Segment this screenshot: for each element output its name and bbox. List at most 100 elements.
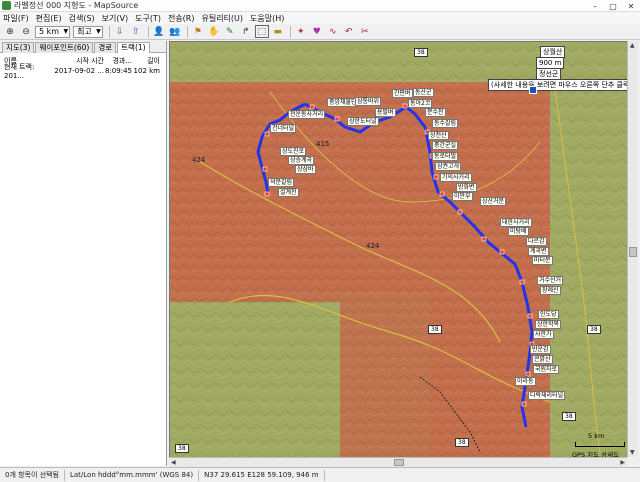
waypoint-label[interactable]: 동수갈림 (432, 119, 459, 128)
table-row[interactable]: 현재 트랙: 201... 2017-09-02 ... 8:09:45 102… (0, 63, 166, 80)
waypoint-label[interactable]: 설계천 (278, 188, 299, 197)
filter-icon[interactable]: ✂ (358, 25, 372, 38)
menu-help[interactable]: 도움말(H) (250, 13, 284, 24)
minimize-button[interactable]: – (586, 0, 604, 12)
scroll-up-arrow-icon[interactable]: ▲ (630, 42, 635, 49)
waypoint-label[interactable]: 상한도터널 (347, 117, 379, 126)
waypoint-label[interactable]: 미탕배 (508, 227, 529, 236)
scale-bar (575, 442, 625, 447)
tab-routes[interactable]: 경로 (94, 42, 117, 53)
tab-maps[interactable]: 지도(3) (2, 42, 35, 53)
track-table: 이름 시작 시간 경과... 길이 현재 트랙: 201... 2017-09-… (0, 56, 166, 80)
column-header-distance[interactable]: 길이 (132, 56, 164, 66)
waypoint-icon[interactable]: ✦ (294, 25, 308, 38)
column-header-time[interactable]: 경과... (104, 56, 132, 66)
detail-select[interactable]: 최고 ▼ (73, 25, 103, 38)
waypoint-label[interactable]: 삼권고개 (435, 162, 462, 171)
selection-status: 0개 항목이 선택됨 (0, 469, 65, 481)
road-shield: 38 (562, 412, 576, 421)
menu-edit[interactable]: 편집(E) (36, 13, 62, 24)
waypoint-label[interactable]: 상승계곡 (288, 156, 315, 165)
window-title: 라벨정선 000 지형도 - MapSource (14, 1, 139, 10)
waypoint-label[interactable]: 건너터널 (270, 124, 297, 133)
waypoint-label[interactable]: 이안부 (452, 192, 473, 201)
panel-tabs: 지도(3) 웨이포인트(60) 경로 트랙(1) (0, 41, 166, 53)
waypoint-label[interactable]: 국뭔자로 (533, 365, 560, 374)
waypoint-label[interactable]: 계곡변 (528, 247, 549, 256)
scroll-down-arrow-icon[interactable]: ▼ (630, 449, 635, 456)
receive-icon[interactable]: ⇩ (113, 25, 127, 38)
menu-file[interactable]: 파일(F) (3, 13, 29, 24)
waypoint-label[interactable]: 중간군실 (432, 141, 459, 150)
tab-waypoints[interactable]: 웨이포인트(60) (35, 42, 94, 53)
waypoint-label[interactable]: 천운동사거리 (288, 110, 326, 119)
track-time: 8:09:45 (105, 67, 132, 75)
waypoint-label[interactable]: 장례신 (540, 286, 561, 295)
vertical-scroll-thumb[interactable] (629, 247, 637, 257)
menu-find[interactable]: 검색(S) (69, 13, 95, 24)
waypoint-label[interactable]: 상천산 (428, 131, 449, 140)
waypoint-label[interactable]: 방화변 (456, 183, 477, 192)
waypoint-label[interactable]: 다락재리터널 (528, 391, 566, 400)
waypoint-label[interactable]: 동산군 (413, 88, 434, 97)
elevation-label: 424 (366, 242, 380, 250)
toolbar-separator (186, 25, 188, 38)
horizontal-scrollbar[interactable]: ◀ ▶ (169, 457, 627, 467)
road-shield: 38 (428, 325, 442, 334)
send-icon[interactable]: ⇧ (129, 25, 143, 38)
waypoint-label[interactable]: 대한사거리 (500, 218, 532, 227)
waypoint-label[interactable]: 이라동 (515, 377, 536, 386)
heart-icon[interactable]: ♥ (310, 25, 324, 38)
waypoint-label[interactable]: 분수천 (425, 108, 446, 117)
waypoint-label[interactable]: 중앙채물단 (327, 98, 359, 107)
select-icon[interactable]: ⬚ (254, 25, 269, 38)
waypoint-label[interactable]: 상도진로 (280, 147, 307, 156)
chevron-down-icon: ▼ (63, 27, 69, 35)
menu-utilities[interactable]: 유틸리티(U) (201, 13, 243, 24)
waypoint-label[interactable]: 사한가 (533, 330, 554, 339)
menu-view[interactable]: 보기(V) (102, 13, 128, 24)
waypoint-label[interactable]: 인도당 (538, 310, 559, 319)
waypoint-label[interactable]: 거수산거 (537, 276, 564, 285)
waypoint-label[interactable]: 상한학목 (535, 320, 562, 329)
tab-tracks[interactable]: 트랙(1) (117, 42, 150, 53)
waypoint-label[interactable]: 상산거분 (480, 197, 507, 206)
pen-icon[interactable]: ✎ (223, 25, 237, 38)
users-icon[interactable]: 👥 (168, 25, 182, 38)
horizontal-scroll-thumb[interactable] (394, 459, 404, 466)
waypoint-label[interactable]: 삼통바위 (355, 97, 382, 106)
shaded-area (170, 82, 550, 292)
waypoint-label[interactable]: 동로터벌 (432, 152, 459, 161)
maximize-button[interactable]: □ (604, 0, 622, 12)
column-header-start[interactable]: 시작 시간 (48, 56, 104, 66)
vertical-scrollbar[interactable]: ▲ ▼ (627, 41, 638, 457)
menu-transfer[interactable]: 전송(R) (168, 13, 195, 24)
waypoint-label[interactable]: 마터분 (532, 256, 553, 265)
route-icon[interactable]: ↱ (239, 25, 253, 38)
toolbar-separator (147, 25, 149, 38)
menu-tools[interactable]: 도구(T) (135, 13, 161, 24)
waypoint-label[interactable]: 용팔벼 (375, 108, 396, 117)
waypoint-label[interactable]: 반운감 (530, 345, 551, 354)
waypoint-label[interactable]: 다르감 (526, 237, 547, 246)
close-button[interactable]: ✕ (622, 0, 640, 12)
waypoint-label[interactable]: 기의사거리 (440, 173, 472, 182)
zoom-in-icon[interactable]: ⊕ (3, 25, 17, 38)
user-icon[interactable]: 👤 (152, 25, 166, 38)
zoom-select[interactable]: 5 km ▼ (35, 25, 71, 38)
hand-icon[interactable]: ✋ (207, 25, 221, 38)
scroll-left-arrow-icon[interactable]: ◀ (171, 459, 176, 466)
flag-icon[interactable]: ⚑ (191, 25, 205, 38)
toolbar-separator (108, 25, 110, 38)
waypoint-label[interactable]: 큰밝산 (532, 355, 553, 364)
waypoint-label[interactable]: 상삼바 (295, 165, 316, 174)
map-view[interactable]: 상월산 900 m 정선군 (사세한 내용을 보려면 마우스 오른쪽 단추 클릭… (169, 41, 638, 457)
measure-icon[interactable]: ▬ (271, 25, 285, 38)
waypoint-label[interactable]: 간판벼 (392, 89, 413, 98)
waypoint-label[interactable]: 동아2코 (408, 99, 433, 108)
zoom-out-icon[interactable]: ⊖ (19, 25, 33, 38)
reverse-icon[interactable]: ↶ (342, 25, 356, 38)
track-icon[interactable]: ∿ (326, 25, 340, 38)
scroll-right-arrow-icon[interactable]: ▶ (620, 459, 625, 466)
waypoint-label[interactable]: 석문갈림 (268, 178, 295, 187)
